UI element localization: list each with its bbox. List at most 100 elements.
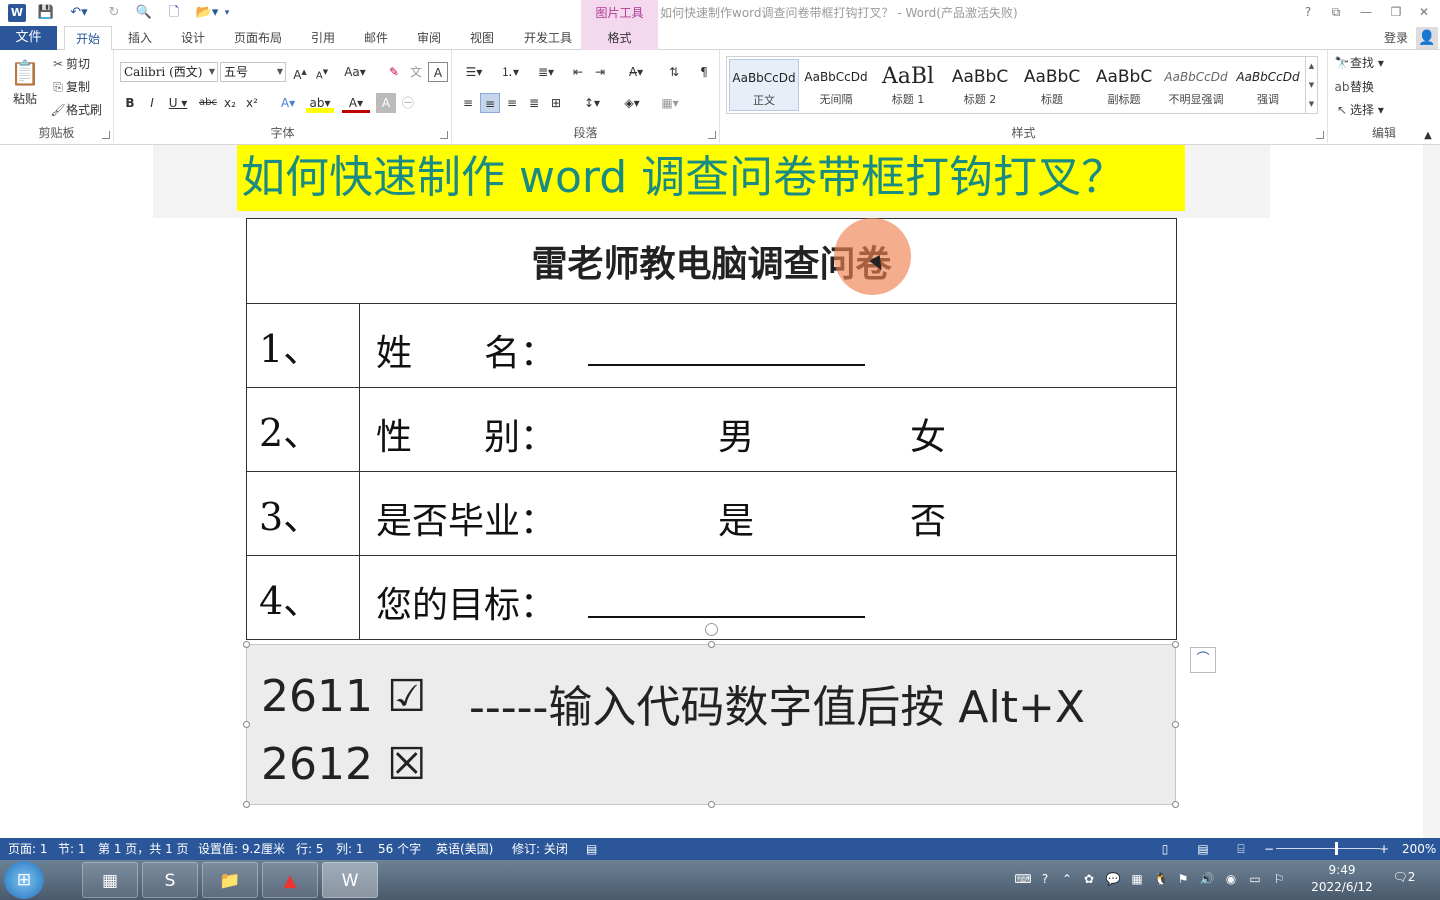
autocad-app-icon[interactable]: ▲ <box>262 862 318 898</box>
style-heading-1[interactable]: AaBl 标题 1 <box>873 59 943 111</box>
justify-icon[interactable]: ≣ <box>524 93 544 113</box>
resize-handle-t[interactable] <box>708 641 715 648</box>
paragraph-launcher-icon[interactable] <box>708 131 716 139</box>
table-title[interactable]: 雷老师教电脑调查问卷 <box>246 218 1177 304</box>
font-launcher-icon[interactable] <box>440 131 448 139</box>
customize-toolbar-icon[interactable]: ▾ <box>222 4 232 22</box>
align-right-icon[interactable]: ≡ <box>502 93 522 113</box>
borders-icon[interactable]: ▦▾ <box>654 93 686 113</box>
grow-font-icon[interactable]: A▲ <box>290 62 310 82</box>
tab-developer[interactable]: 开发工具 <box>514 26 582 50</box>
macro-record-icon[interactable]: ▤ <box>586 838 597 860</box>
shading-icon[interactable]: ◈▾ <box>616 93 648 113</box>
clipboard-launcher-icon[interactable] <box>102 131 110 139</box>
row-number[interactable]: 2、 <box>246 387 360 472</box>
font-name-combo[interactable]: Calibri (西文) ▼ <box>120 62 218 82</box>
web-layout-icon[interactable]: ⌸ <box>1232 840 1250 858</box>
row-number[interactable]: 3、 <box>246 471 360 556</box>
subscript-icon[interactable]: x₂ <box>220 93 240 113</box>
clear-format-icon[interactable]: ✎ <box>384 62 404 82</box>
task-manager-app-icon[interactable]: ▦ <box>82 862 138 898</box>
option-no[interactable]: 否 <box>910 492 946 544</box>
align-left-icon[interactable]: ≡ <box>458 93 478 113</box>
app-tray-icon[interactable]: ✿ <box>1080 870 1098 888</box>
show-marks-icon[interactable]: ¶ <box>694 62 714 82</box>
tab-references[interactable]: 引用 <box>303 26 343 50</box>
login-link[interactable]: 登录 <box>1384 26 1408 50</box>
text-effects-icon[interactable]: A▾ <box>274 93 302 113</box>
status-line[interactable]: 行: 5 <box>296 838 324 860</box>
display-tray-icon[interactable]: ▭ <box>1246 870 1264 888</box>
word-app-icon[interactable]: W <box>322 862 378 898</box>
line-spacing-icon[interactable]: ↕▾ <box>576 93 608 113</box>
strikethrough-icon[interactable]: abc <box>198 93 218 113</box>
resize-handle-br[interactable] <box>1172 801 1179 808</box>
superscript-icon[interactable]: x² <box>242 93 262 113</box>
style-no-spacing[interactable]: AaBbCcDd 无间隔 <box>801 59 871 111</box>
multilevel-list-icon[interactable]: ≣▾ <box>530 62 562 82</box>
resize-handle-b[interactable] <box>708 801 715 808</box>
style-heading-2[interactable]: AaBbC 标题 2 <box>945 59 1015 111</box>
status-language[interactable]: 英语(美国) <box>436 838 493 860</box>
network-tray-icon[interactable]: ◉ <box>1222 870 1240 888</box>
resize-handle-l[interactable] <box>243 721 250 728</box>
row-number[interactable]: 4、 <box>246 555 360 640</box>
tab-page-layout[interactable]: 页面布局 <box>226 26 290 50</box>
row-number[interactable]: 1、 <box>246 303 360 388</box>
read-mode-icon[interactable]: ▯ <box>1156 840 1174 858</box>
notification-icon[interactable]: 🗨2 <box>1392 870 1416 890</box>
highlight-icon[interactable]: ab▾ <box>306 93 334 113</box>
status-column[interactable]: 列: 1 <box>336 838 364 860</box>
distributed-icon[interactable]: ⊞ <box>546 93 566 113</box>
row-content[interactable]: 是否毕业： 是 否 <box>359 471 1177 556</box>
style-normal[interactable]: AaBbCcDd 正文 <box>729 59 799 111</box>
file-explorer-app-icon[interactable]: 📁 <box>202 862 258 898</box>
font-color-icon[interactable]: A▾ <box>342 93 370 113</box>
tray-expand-icon[interactable]: ⌃ <box>1058 870 1076 888</box>
layout-options-icon[interactable]: ⌒ <box>1190 647 1216 673</box>
resize-handle-tr[interactable] <box>1172 641 1179 648</box>
change-case-icon[interactable]: Aa▾ <box>340 62 370 82</box>
find-button[interactable]: 🔭查找 ▾ <box>1334 54 1384 72</box>
collapse-ribbon-icon[interactable]: ▲ <box>1418 126 1438 146</box>
decrease-indent-icon[interactable]: ⇤ <box>568 62 588 82</box>
option-female[interactable]: 女 <box>910 408 946 460</box>
help-icon[interactable]: ? <box>1298 3 1318 21</box>
tab-mailings[interactable]: 邮件 <box>356 26 396 50</box>
paste-button[interactable]: 📋 粘贴 <box>8 56 42 118</box>
redo-icon[interactable]: ↻ <box>104 4 124 22</box>
taskbar-clock[interactable]: 9:49 2022/6/12 <box>1304 862 1380 896</box>
survey-table[interactable]: 雷老师教电脑调查问卷 1、 姓 名： 2、 性 别： 男 女 3、 是否毕业： … <box>246 218 1177 640</box>
tab-design[interactable]: 设计 <box>173 26 213 50</box>
zoom-in-icon[interactable]: + <box>1375 840 1393 858</box>
row-content[interactable]: 您的目标： <box>359 555 1177 640</box>
zoom-slider-thumb[interactable] <box>1335 842 1338 855</box>
zoom-out-icon[interactable]: − <box>1260 840 1278 858</box>
wechat-tray-icon[interactable]: 💬 <box>1104 870 1122 888</box>
row-content[interactable]: 姓 名： <box>359 303 1177 388</box>
style-emphasis[interactable]: AaBbCcDd 强调 <box>1233 59 1303 111</box>
document-area[interactable]: 如何快速制作 word 调查问卷带框打钩打叉？ 雷老师教电脑调查问卷 1、 姓 … <box>0 145 1440 838</box>
app-grid-tray-icon[interactable]: ▦ <box>1128 870 1146 888</box>
char-border-icon[interactable]: A <box>428 62 448 82</box>
status-track-changes[interactable]: 修订: 关闭 <box>512 838 568 860</box>
styles-more-icon[interactable]: ▼ <box>1305 95 1317 114</box>
undo-icon[interactable]: ↶▾ <box>64 4 94 22</box>
resize-handle-tl[interactable] <box>243 641 250 648</box>
tab-view[interactable]: 视图 <box>462 26 502 50</box>
minimize-icon[interactable]: — <box>1356 3 1376 21</box>
tab-home[interactable]: 开始 <box>64 26 112 51</box>
option-yes[interactable]: 是 <box>718 492 754 544</box>
status-word-count[interactable]: 56 个字 <box>378 838 421 860</box>
styles-scroll-down-icon[interactable]: ▼ <box>1305 76 1317 95</box>
open-folder-icon[interactable]: 📂▾ <box>192 4 222 22</box>
print-preview-icon[interactable]: 🔍 <box>134 4 154 22</box>
resize-handle-bl[interactable] <box>243 801 250 808</box>
underline-icon[interactable]: U ▾ <box>164 93 192 113</box>
print-layout-icon[interactable]: ▤ <box>1194 840 1212 858</box>
option-male[interactable]: 男 <box>718 408 754 460</box>
row-content[interactable]: 性 别： 男 女 <box>359 387 1177 472</box>
select-button[interactable]: ↖ 选择 ▾ <box>1334 101 1384 119</box>
style-title[interactable]: AaBbC 标题 <box>1017 59 1087 111</box>
style-subtle-emphasis[interactable]: AaBbCcDd 不明显强调 <box>1161 59 1231 111</box>
